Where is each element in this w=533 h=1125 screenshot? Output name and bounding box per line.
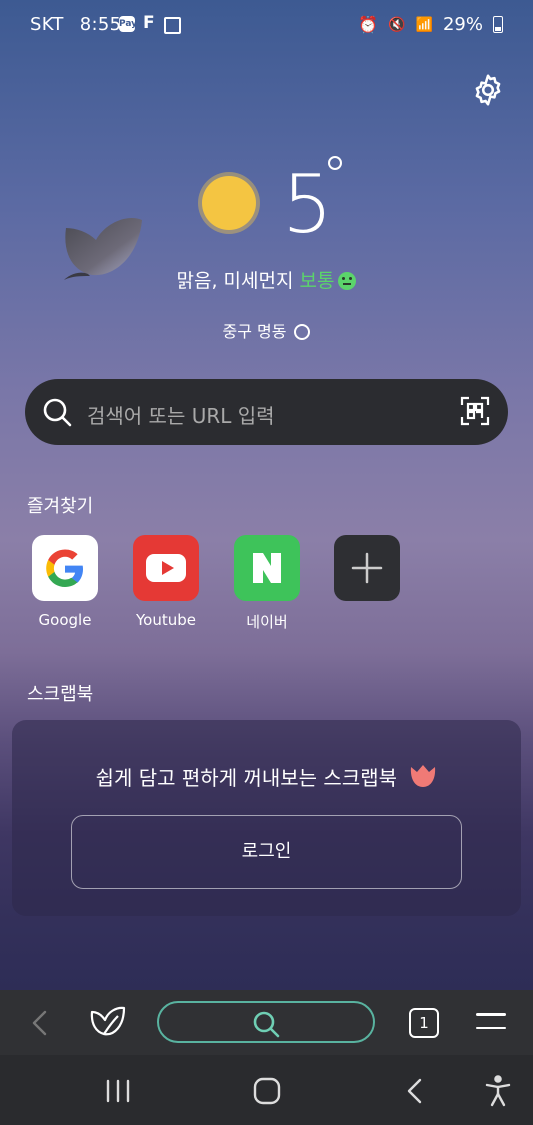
scrapbook-message: 쉽게 담고 편하게 꺼내보는 스크랩북 — [95, 766, 398, 790]
scrapbook-message-row: 쉽게 담고 편하게 꺼내보는 스크랩북 — [12, 762, 521, 791]
search-placeholder[interactable]: 검색어 또는 URL 입력 — [87, 400, 275, 429]
favorite-label: Google — [38, 611, 92, 629]
menu-icon[interactable] — [476, 1013, 506, 1033]
favorite-youtube[interactable]: Youtube — [133, 535, 199, 629]
wifi-icon: 📶 — [415, 16, 433, 33]
search-icon — [41, 396, 73, 428]
alarm-icon: ⏰ — [358, 15, 379, 34]
air-quality-face-icon — [338, 272, 357, 290]
youtube-icon — [133, 535, 199, 601]
favorite-google[interactable]: Google — [32, 535, 98, 629]
battery-icon — [493, 16, 503, 33]
air-quality-label: 보통 — [299, 270, 335, 292]
favorite-label: 네이버 — [246, 613, 288, 631]
google-icon — [32, 535, 98, 601]
scrapbook-card: 쉽게 담고 편하게 꺼내보는 스크랩북 로그인 — [12, 720, 521, 916]
pay-icon: Pay — [119, 16, 137, 32]
system-nav-bar — [0, 1055, 533, 1125]
battery-label: 29% — [442, 14, 483, 35]
degree-symbol-icon — [328, 156, 342, 170]
location-label: 중구 명동 — [222, 322, 287, 341]
status-bar: SKT 8:55 Pay F ⏰ 🔇 📶 29% — [0, 0, 533, 46]
gallery-icon — [164, 17, 181, 34]
tulip-icon — [409, 763, 437, 789]
browser-toolbar: 1 — [0, 990, 533, 1055]
f-icon: F — [143, 13, 155, 33]
status-right: ⏰ 🔇 📶 29% — [358, 14, 503, 35]
home-icon[interactable] — [253, 1077, 281, 1109]
scrapbook-title: 스크랩북 — [27, 684, 94, 705]
carrier-label: SKT — [30, 14, 64, 35]
settings-gear-icon[interactable] — [470, 72, 506, 108]
accessibility-icon[interactable] — [484, 1075, 512, 1111]
login-label: 로그인 — [241, 841, 292, 862]
favorites-title: 즐겨찾기 — [27, 496, 94, 517]
mute-icon: 🔇 — [388, 16, 406, 33]
location-row[interactable]: 중구 명동 — [0, 318, 533, 342]
naver-icon — [234, 535, 300, 601]
status-left: SKT 8:55 — [30, 14, 121, 35]
sunny-weather-icon — [202, 176, 256, 230]
nav-back-icon[interactable] — [405, 1077, 425, 1109]
add-favorite-button[interactable] — [334, 535, 400, 601]
condition-text: 맑음, 미세먼지 — [176, 270, 294, 292]
search-bar[interactable]: 검색어 또는 URL 입력 — [25, 379, 508, 445]
qr-scan-icon[interactable] — [460, 396, 490, 426]
favorite-naver[interactable]: 네이버 — [234, 535, 300, 632]
whale-leaf-button-icon[interactable] — [88, 1004, 128, 1040]
time-label: 8:55 — [79, 14, 122, 35]
temperature-value: 5 — [282, 158, 333, 251]
favorite-label: Youtube — [136, 611, 196, 629]
tab-count-button[interactable]: 1 — [409, 1008, 439, 1038]
locate-crosshair-icon[interactable] — [294, 324, 311, 340]
back-arrow-icon[interactable] — [30, 1008, 50, 1038]
search-icon — [253, 1011, 280, 1038]
plus-icon — [334, 535, 400, 601]
toolbar-search-button[interactable] — [157, 1001, 375, 1043]
recent-apps-icon[interactable] — [105, 1079, 131, 1107]
weather-condition: 맑음, 미세먼지 보통 — [0, 266, 533, 293]
login-button[interactable]: 로그인 — [71, 815, 462, 889]
